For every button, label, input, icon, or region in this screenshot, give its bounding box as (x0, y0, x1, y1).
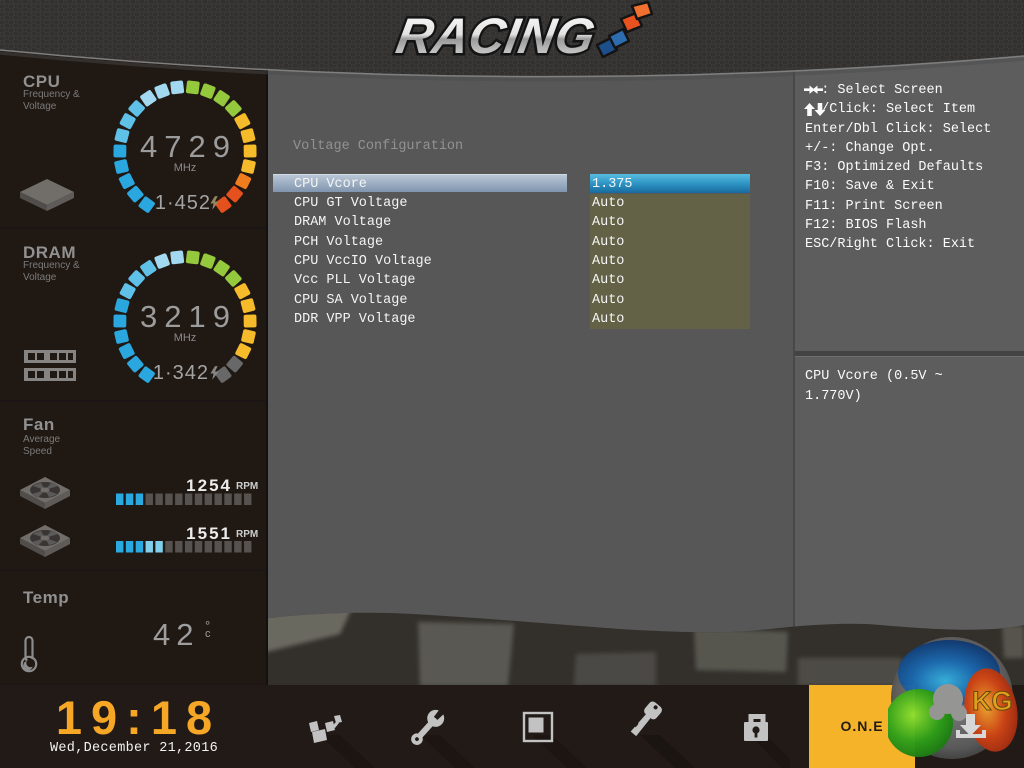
svg-text:KG: KG (972, 686, 1013, 716)
svg-text:RACING: RACING (392, 7, 599, 64)
